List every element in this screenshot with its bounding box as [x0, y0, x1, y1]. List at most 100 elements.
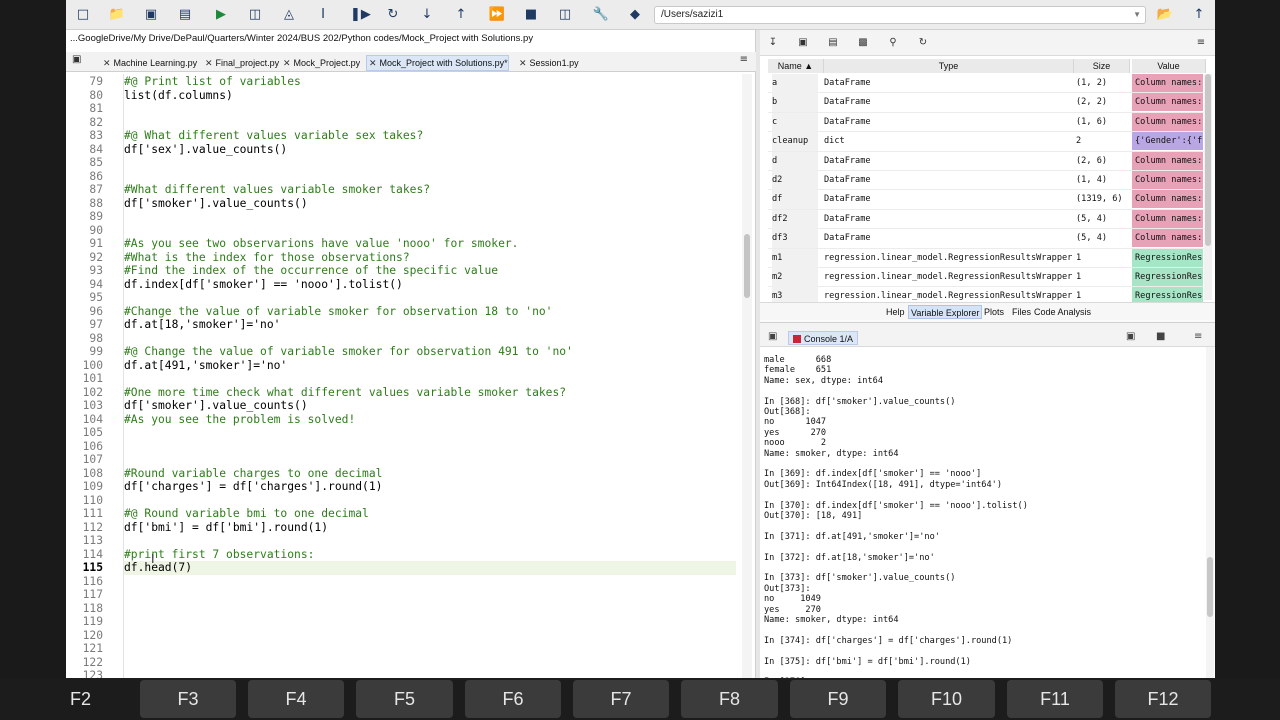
- code-comment-line[interactable]: #print first 7 observations:: [124, 548, 736, 562]
- console-tab[interactable]: Console 1/A: [788, 331, 859, 345]
- step-into-icon[interactable]: ↓: [418, 6, 436, 24]
- variable-row[interactable]: d2 DataFrame (1, 4) Column names:: [768, 171, 1205, 191]
- variable-row[interactable]: m1 regression.linear_model.RegressionResu…: [768, 248, 1205, 268]
- code-line[interactable]: [124, 494, 736, 508]
- save-icon[interactable]: ▣: [142, 6, 160, 24]
- step-return-icon[interactable]: ↑: [452, 6, 470, 24]
- variable-explorer-scroll-thumb[interactable]: [1205, 74, 1211, 246]
- parent-directory-icon[interactable]: ↑: [1190, 6, 1208, 24]
- code-line[interactable]: [124, 102, 736, 116]
- code-line[interactable]: [124, 210, 736, 224]
- variable-explorer-scrollbar[interactable]: [1204, 74, 1212, 300]
- code-comment-line[interactable]: #One more time check what different valu…: [124, 386, 736, 400]
- function-key-f2[interactable]: F2: [14, 680, 134, 718]
- code-line[interactable]: df['smoker'].value_counts(): [124, 399, 736, 413]
- preferences-wrench-icon[interactable]: 🔧: [592, 6, 610, 24]
- code-line[interactable]: [124, 669, 736, 678]
- code-line[interactable]: df['charges'] = df['charges'].round(1): [124, 480, 736, 494]
- code-comment-line[interactable]: #Change the value of variable smoker for…: [124, 305, 736, 319]
- python-path-icon[interactable]: ◆: [626, 6, 644, 24]
- console-scroll-thumb[interactable]: [1207, 557, 1213, 617]
- code-comment-line[interactable]: #Find the index of the occurrence of the…: [124, 264, 736, 278]
- code-line[interactable]: df['bmi'] = df['bmi'].round(1): [124, 521, 736, 535]
- column-header-type[interactable]: Type: [824, 59, 1074, 73]
- run-selection-icon[interactable]: I: [314, 6, 332, 24]
- code-comment-line[interactable]: #What different values variable smoker t…: [124, 183, 736, 197]
- browse-folder-icon[interactable]: 📂: [1156, 6, 1174, 24]
- code-line[interactable]: df.index[df['smoker'] == 'nooo'].tolist(…: [124, 278, 736, 292]
- variable-row[interactable]: df2 DataFrame (5, 4) Column names:: [768, 209, 1205, 230]
- refresh-icon[interactable]: ↻: [916, 36, 930, 50]
- continue-icon[interactable]: ⏩: [488, 6, 506, 24]
- code-line[interactable]: [124, 116, 736, 130]
- code-line[interactable]: [124, 588, 736, 602]
- code-line[interactable]: [124, 332, 736, 346]
- stop-icon[interactable]: ■: [522, 6, 540, 24]
- close-icon[interactable]: ✕: [103, 58, 111, 68]
- code-line[interactable]: df['sex'].value_counts(): [124, 143, 736, 157]
- code-line[interactable]: [124, 575, 736, 589]
- close-icon[interactable]: ✕: [283, 58, 291, 68]
- interrupt-kernel-icon[interactable]: ▣: [1126, 331, 1135, 342]
- run-cell-advance-icon[interactable]: ◬: [280, 6, 298, 24]
- console-scrollbar[interactable]: [1206, 347, 1214, 678]
- pane-tab-code-analysis[interactable]: Code Analysis: [1032, 305, 1093, 319]
- run-cell-icon[interactable]: ◫: [246, 6, 264, 24]
- pane-tab-plots[interactable]: Plots: [982, 305, 1006, 319]
- code-comment-line[interactable]: #@ What different values variable sex ta…: [124, 129, 736, 143]
- pane-tab-variable-explorer[interactable]: Variable Explorer: [908, 305, 983, 319]
- code-line[interactable]: [124, 372, 736, 386]
- working-directory-input[interactable]: /Users/sazizi1 ▼: [654, 6, 1146, 24]
- function-key-f10[interactable]: F10: [898, 680, 995, 718]
- code-comment-line[interactable]: #@ Print list of variables: [124, 75, 736, 89]
- column-header-name[interactable]: Name ▲: [768, 59, 824, 73]
- code-comment-line[interactable]: #As you see the problem is solved!: [124, 413, 736, 427]
- search-icon[interactable]: ⚲: [886, 36, 900, 50]
- function-key-f11[interactable]: F11: [1007, 680, 1103, 718]
- debug-icon[interactable]: ❚▶: [350, 6, 371, 24]
- function-key-f12[interactable]: F12: [1115, 680, 1211, 718]
- code-line[interactable]: [124, 642, 736, 656]
- code-line[interactable]: [124, 170, 736, 184]
- options-menu-icon[interactable]: ≡: [1194, 331, 1202, 342]
- close-icon[interactable]: ✕: [205, 58, 213, 68]
- editor-tab[interactable]: ✕ Session1.py: [516, 55, 580, 71]
- browse-tabs-icon[interactable]: ▣: [72, 54, 81, 65]
- variable-row[interactable]: b DataFrame (2, 2) Column names:: [768, 93, 1205, 113]
- code-line[interactable]: [124, 426, 736, 440]
- column-header-value[interactable]: Value: [1132, 59, 1206, 73]
- browse-tabs-icon[interactable]: ▣: [768, 331, 777, 342]
- code-line[interactable]: [124, 629, 736, 643]
- options-menu-icon[interactable]: ≡: [740, 54, 748, 65]
- code-comment-line[interactable]: #@ Round variable bmi to one decimal: [124, 507, 736, 521]
- code-line[interactable]: [124, 224, 736, 238]
- function-key-f9[interactable]: F9: [790, 680, 886, 718]
- code-line[interactable]: df['smoker'].value_counts(): [124, 197, 736, 211]
- code-line[interactable]: df.head(7): [124, 561, 736, 575]
- code-line[interactable]: df.at[491,'smoker']='no': [124, 359, 736, 373]
- code-line[interactable]: [124, 602, 736, 616]
- code-line[interactable]: [124, 656, 736, 670]
- variable-row[interactable]: df DataFrame (1319, 6) Column names:: [768, 190, 1205, 210]
- editor-tab[interactable]: ✕ Mock_Project with Solutions.py*: [366, 55, 509, 71]
- function-key-f7[interactable]: F7: [573, 680, 669, 718]
- variable-row[interactable]: m2 regression.linear_model.RegressionResu…: [768, 268, 1205, 288]
- code-comment-line[interactable]: #As you see two observarions have value …: [124, 237, 736, 251]
- maximize-pane-icon[interactable]: ◫: [556, 6, 574, 24]
- editor-tab[interactable]: ✕ Machine Learning.py: [100, 55, 198, 71]
- variable-row[interactable]: cleanup dict 2 {'Gender':{'f: [768, 132, 1205, 152]
- code-comment-line[interactable]: #What is the index for those observation…: [124, 251, 736, 265]
- code-editor[interactable]: #@ Print list of variables list(df.column…: [124, 74, 736, 678]
- editor-scrollbar[interactable]: [742, 74, 752, 678]
- column-header-size[interactable]: Size: [1074, 59, 1130, 73]
- options-menu-icon[interactable]: ≡: [1194, 36, 1208, 50]
- step-icon[interactable]: ↻: [384, 6, 402, 24]
- variable-row[interactable]: c DataFrame (1, 6) Column names:: [768, 112, 1205, 133]
- open-folder-icon[interactable]: 📁: [108, 6, 126, 24]
- close-icon[interactable]: ✕: [369, 58, 377, 68]
- function-key-f3[interactable]: F3: [140, 680, 236, 718]
- function-key-f5[interactable]: F5: [356, 680, 453, 718]
- code-line[interactable]: [124, 615, 736, 629]
- pane-tab-help[interactable]: Help: [884, 305, 907, 319]
- pane-tab-files[interactable]: Files: [1010, 305, 1033, 319]
